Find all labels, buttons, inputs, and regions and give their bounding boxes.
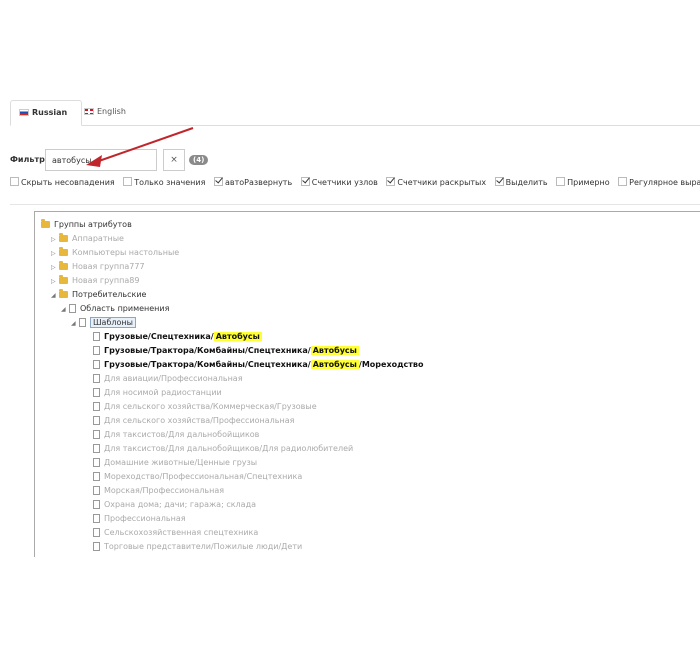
expand-icon[interactable]: ▷ xyxy=(51,261,59,274)
tree-group[interactable]: ▷ Новая группа777 xyxy=(51,260,145,273)
tree-leaf[interactable]: Охрана дома; дачи; гаража; склада xyxy=(93,498,256,511)
collapse-icon[interactable]: ◢ xyxy=(61,303,69,316)
folder-open-icon xyxy=(41,219,50,228)
document-icon xyxy=(69,304,76,313)
folder-open-icon xyxy=(59,289,68,298)
language-tabs: Russian English xyxy=(10,100,700,126)
collapse-icon[interactable]: ◢ xyxy=(71,317,79,330)
tree-match[interactable]: Грузовые/Трактора/Комбайны/Спецтехника/А… xyxy=(93,344,359,357)
tree-leaf[interactable]: Мореходство/Профессиональная/Спецтехника xyxy=(93,470,302,483)
document-icon xyxy=(93,332,100,341)
document-icon xyxy=(93,346,100,355)
document-icon xyxy=(93,542,100,551)
tree-subgroup[interactable]: ◢ Область применения xyxy=(61,302,169,315)
option-expanded-counters[interactable]: Счетчики раскрытых xyxy=(386,177,486,187)
tree-leaf[interactable]: Для таксистов/Для дальнобойщиков xyxy=(93,428,259,441)
option-fuzzy[interactable]: Примерно xyxy=(556,177,610,187)
checkbox-checked-icon[interactable] xyxy=(494,177,504,186)
expand-icon[interactable]: ▷ xyxy=(51,247,59,260)
tree-leaf[interactable]: Для таксистов/Для дальнобойщиков/Для рад… xyxy=(93,442,353,455)
tab-english-label: English xyxy=(97,107,126,116)
tab-english[interactable]: English xyxy=(76,100,134,124)
document-icon xyxy=(93,402,100,411)
option-regex[interactable]: Регулярное выражение xyxy=(618,177,700,187)
document-icon xyxy=(93,486,100,495)
tree-leaf[interactable]: Морская/Профессиональная xyxy=(93,484,224,497)
option-auto-expand[interactable]: автоРазвернуть xyxy=(213,177,292,187)
tree-root[interactable]: Группы атрибутов xyxy=(41,218,132,231)
document-icon xyxy=(93,514,100,523)
checkbox-icon[interactable] xyxy=(618,177,628,186)
document-icon xyxy=(93,444,100,453)
option-hide-mismatches[interactable]: Скрыть несовпадения xyxy=(10,177,115,187)
document-icon xyxy=(93,416,100,425)
document-icon xyxy=(93,374,100,383)
document-icon xyxy=(93,360,100,369)
tree-group[interactable]: ▷ Компьютеры настольные xyxy=(51,246,179,259)
tree-leaf[interactable]: Торговые представители/Пожилые люди/Дети xyxy=(93,540,302,553)
tab-russian[interactable]: Russian xyxy=(10,100,82,126)
document-icon xyxy=(93,500,100,509)
folder-icon xyxy=(59,247,68,256)
checkbox-icon[interactable] xyxy=(123,177,133,186)
tree-leaf[interactable]: Для носимой радиостанции xyxy=(93,386,222,399)
document-icon xyxy=(93,472,100,481)
tree-leaf[interactable]: Домашние животные/Ценные грузы xyxy=(93,456,257,469)
document-icon xyxy=(93,430,100,439)
uk-flag-icon xyxy=(84,108,94,115)
checkbox-icon[interactable] xyxy=(556,177,566,186)
document-icon xyxy=(93,388,100,397)
annotation-arrow-icon xyxy=(86,127,194,167)
tree-group[interactable]: ▷ Аппаратные xyxy=(51,232,124,245)
option-highlight[interactable]: Выделить xyxy=(494,177,548,187)
tree-group-expanded[interactable]: ◢ Потребительские xyxy=(51,288,146,301)
tree-leaf[interactable]: Профессиональная xyxy=(93,512,186,525)
tree-leaf[interactable]: Для авиации/Профессиональная xyxy=(93,372,243,385)
document-icon xyxy=(93,528,100,537)
checkbox-icon[interactable] xyxy=(10,177,19,186)
tree-leaf[interactable]: Сельскохозяйственная спецтехника xyxy=(93,526,258,539)
document-icon xyxy=(79,318,86,327)
checkbox-checked-icon[interactable] xyxy=(213,177,223,186)
tree-leaf[interactable]: Для сельского хозяйства/Коммерческая/Гру… xyxy=(93,400,317,413)
tree-match[interactable]: Грузовые/Трактора/Комбайны/Спецтехника/А… xyxy=(93,358,424,371)
folder-icon xyxy=(59,233,68,242)
attribute-tree[interactable]: Группы атрибутов ▷ Аппаратные ▷ Компьютеры… xyxy=(34,211,700,557)
checkbox-checked-icon[interactable] xyxy=(300,177,310,186)
option-only-values[interactable]: Только значения xyxy=(123,177,205,187)
tab-russian-label: Russian xyxy=(32,108,68,117)
tree-selected-node[interactable]: ◢ Шаблоны xyxy=(71,316,136,329)
expand-icon[interactable]: ▷ xyxy=(51,233,59,246)
divider xyxy=(10,204,700,205)
checkbox-checked-icon[interactable] xyxy=(386,177,396,186)
tree-match[interactable]: Грузовые/Спецтехника/Автобусы xyxy=(93,330,262,343)
ru-flag-icon xyxy=(19,109,29,116)
folder-icon xyxy=(59,261,68,270)
folder-icon xyxy=(59,275,68,284)
tree-group[interactable]: ▷ Новая группа89 xyxy=(51,274,139,287)
filter-label: Фильтр: xyxy=(10,155,49,164)
tree-leaf[interactable]: Для сельского хозяйства/Профессиональная xyxy=(93,414,294,427)
filter-options: Скрыть несовпадения Только значения авто… xyxy=(10,177,700,187)
expand-icon[interactable]: ▷ xyxy=(51,275,59,288)
document-icon xyxy=(93,458,100,467)
collapse-icon[interactable]: ◢ xyxy=(51,289,59,302)
option-node-counters[interactable]: Счетчики узлов xyxy=(300,177,378,187)
